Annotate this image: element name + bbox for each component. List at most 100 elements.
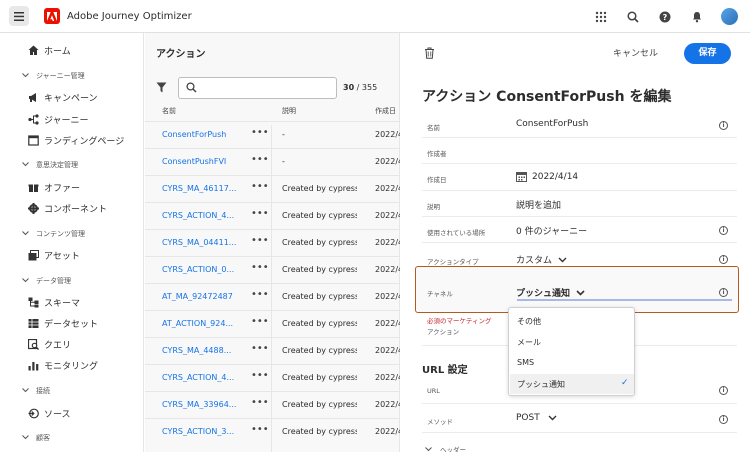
sidebar-item-dataset[interactable]: データセット: [28, 315, 98, 331]
dropdown-option-other[interactable]: その他: [517, 316, 541, 327]
action-type-select[interactable]: カスタム: [516, 253, 567, 266]
sidebar-group-content[interactable]: コンテンツ管理: [22, 227, 85, 241]
adobe-logo[interactable]: [44, 8, 60, 24]
dropdown-option-email[interactable]: メール: [517, 337, 541, 348]
table-row[interactable]: CYRS_MA_33964... ••• Created by cypress MA…: [145, 391, 400, 418]
row-description: Created by cypress MA: [282, 184, 357, 193]
sidebar-item-journey[interactable]: ジャーニー: [28, 111, 89, 127]
delete-button[interactable]: [424, 47, 435, 62]
row-name-link[interactable]: CYRS_ACTION_3...: [162, 427, 242, 436]
row-more-menu-button[interactable]: •••: [251, 343, 269, 354]
dropdown-option-sms[interactable]: SMS: [517, 358, 534, 367]
header-toggle[interactable]: ヘッダー: [425, 444, 466, 452]
dropdown-option-push[interactable]: プッシュ通知: [517, 379, 565, 390]
table-row[interactable]: CYRS_MA_4488... ••• Created by cypress MA 2…: [145, 337, 400, 364]
table-row[interactable]: CYRS_ACTION_3... ••• Created by cypress E2…: [145, 418, 400, 445]
search-input[interactable]: [178, 77, 337, 99]
info-icon[interactable]: i: [719, 288, 728, 297]
row-more-menu-button[interactable]: •••: [251, 316, 269, 327]
method-select[interactable]: POST: [516, 413, 557, 423]
channel-select[interactable]: プッシュ通知: [516, 286, 585, 299]
row-description: Created by cypress MA: [282, 292, 357, 301]
column-header-created[interactable]: 作成日: [375, 106, 396, 116]
row-name-link[interactable]: CYRS_ACTION_4...: [162, 373, 242, 382]
info-icon[interactable]: i: [719, 415, 728, 424]
notifications-button[interactable]: [689, 9, 705, 25]
table-row[interactable]: CYRS_MA_46117... ••• Created by cypress MA…: [145, 175, 400, 202]
name-field[interactable]: ConsentForPush: [516, 119, 588, 129]
row-more-menu-button[interactable]: •••: [251, 262, 269, 273]
sidebar-item-query[interactable]: クエリ: [28, 336, 71, 352]
row-more-menu-button[interactable]: •••: [251, 289, 269, 300]
row-more-menu-button[interactable]: •••: [251, 154, 269, 165]
trash-icon: [425, 47, 434, 59]
row-name-link[interactable]: ConsentForPush: [162, 130, 242, 139]
sidebar-item-campaign[interactable]: キャンペーン: [28, 89, 98, 105]
sidebar-item-asset[interactable]: アセット: [28, 247, 80, 263]
row-name-link[interactable]: CYRS_MA_04411...: [162, 238, 242, 247]
sidebar-item-schema[interactable]: スキーマ: [28, 294, 80, 310]
table-row[interactable]: ConsentForPush ••• - 2022/4: [145, 121, 400, 148]
row-more-menu-button[interactable]: •••: [251, 370, 269, 381]
sidebar-item-landing-page[interactable]: ランディングページ: [28, 132, 124, 148]
url-label: URL: [427, 387, 440, 395]
table-row[interactable]: CYRS_ACTION_4... ••• Created by cypress E2…: [145, 202, 400, 229]
row-name-link[interactable]: CYRS_ACTION_0...: [162, 265, 242, 274]
info-icon[interactable]: i: [719, 386, 728, 395]
sidebar-group-journey[interactable]: ジャーニー管理: [22, 69, 85, 83]
row-created-date: 2022/4: [375, 130, 400, 139]
sidebar-item-home[interactable]: ホーム: [28, 42, 71, 58]
home-icon: [28, 45, 39, 56]
row-more-menu-button[interactable]: •••: [251, 424, 269, 435]
column-header-description[interactable]: 説明: [282, 106, 296, 116]
column-header-name[interactable]: 名前: [162, 106, 176, 116]
table-row[interactable]: CYRS_ACTION_4... ••• Created by cypress E2…: [145, 364, 400, 391]
row-more-menu-button[interactable]: •••: [251, 397, 269, 408]
search-button[interactable]: [625, 9, 641, 25]
info-icon[interactable]: i: [719, 255, 728, 264]
divider: [422, 216, 737, 217]
user-avatar[interactable]: [721, 8, 738, 25]
apps-button[interactable]: [593, 9, 609, 25]
hamburger-menu-button[interactable]: [9, 6, 29, 26]
required-marketing-action-label-line2: アクション: [427, 328, 460, 336]
row-name-link[interactable]: ConsentPushFVI: [162, 157, 242, 166]
chevron-down-icon: [22, 434, 30, 442]
row-name-link[interactable]: CYRS_MA_4488...: [162, 346, 242, 355]
sidebar-group-data[interactable]: データ管理: [22, 274, 71, 288]
sidebar-group-decision[interactable]: 意思決定管理: [22, 158, 78, 172]
table-row[interactable]: CYRS_ACTION_0... ••• Created by cypress E2…: [145, 256, 400, 283]
table-row[interactable]: AT_MA_92472487 ••• Created by cypress MA 20…: [145, 283, 400, 310]
row-name-link[interactable]: CYRS_MA_33964...: [162, 400, 242, 409]
info-icon[interactable]: i: [719, 226, 728, 235]
row-name-link[interactable]: CYRS_ACTION_4...: [162, 211, 242, 220]
row-created-date: 2022/4: [375, 373, 400, 382]
divider: [422, 432, 737, 433]
sidebar-group-connect[interactable]: 接続: [22, 384, 50, 398]
description-field[interactable]: 説明を追加: [516, 198, 561, 211]
row-name-link[interactable]: AT_MA_92472487: [162, 292, 242, 301]
row-name-link[interactable]: AT_ACTION_924...: [162, 319, 242, 328]
save-button[interactable]: 保存: [684, 43, 731, 64]
actions-list-panel: アクション 30 / 355 名前 説明 作成日 ConsentForPush •…: [145, 33, 400, 452]
help-button[interactable]: ?: [657, 9, 673, 25]
row-more-menu-button[interactable]: •••: [251, 181, 269, 192]
row-name-link[interactable]: CYRS_MA_46117...: [162, 184, 242, 193]
sidebar-item-source[interactable]: ソース: [28, 405, 71, 421]
sidebar-item-component[interactable]: コンポーネント: [28, 200, 107, 216]
table-row[interactable]: AT_ACTION_924... ••• Created by cypress E2…: [145, 310, 400, 337]
filter-button[interactable]: [156, 82, 167, 96]
cancel-button[interactable]: キャンセル: [613, 44, 658, 64]
sidebar-item-offer[interactable]: オファー: [28, 179, 80, 195]
row-more-menu-button[interactable]: •••: [251, 208, 269, 219]
sidebar-group-customer[interactable]: 顧客: [22, 431, 50, 445]
row-description: Created by cypress E2E: [282, 211, 357, 220]
table-row[interactable]: CYRS_MA_04411... ••• Created by cypress MA…: [145, 229, 400, 256]
chevron-down-icon: [22, 161, 30, 169]
info-icon[interactable]: i: [719, 121, 728, 130]
row-description: Created by cypress MA: [282, 346, 357, 355]
sidebar-item-monitoring[interactable]: モニタリング: [28, 357, 98, 373]
table-row[interactable]: ConsentPushFVI ••• - 2022/4: [145, 148, 400, 175]
row-more-menu-button[interactable]: •••: [251, 235, 269, 246]
row-more-menu-button[interactable]: •••: [251, 127, 269, 138]
